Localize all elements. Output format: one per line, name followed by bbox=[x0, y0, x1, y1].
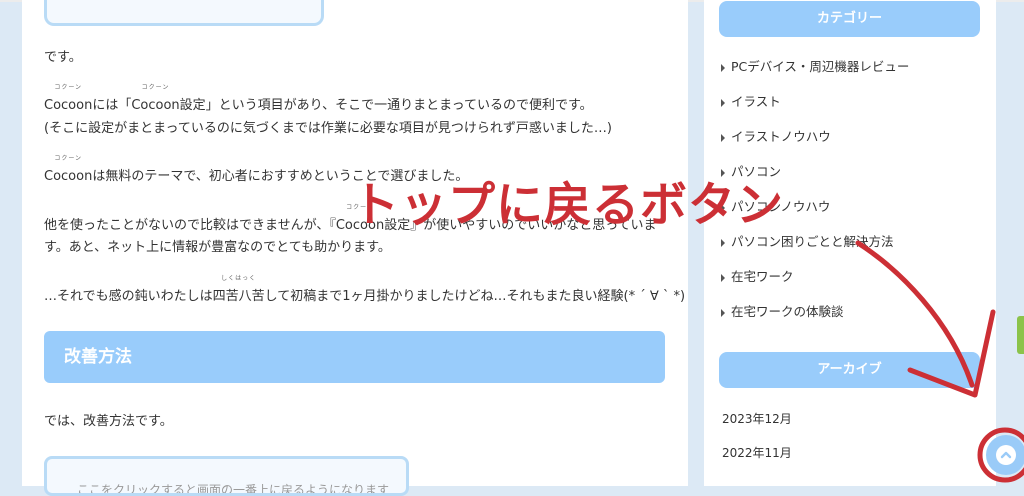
annotation-label: トップに戻るボタン bbox=[352, 178, 784, 233]
ruby-base: 四苦八苦 bbox=[212, 289, 265, 304]
archive-title: アーカイブ bbox=[719, 352, 980, 388]
ruby-cocoon: コクーン Cocoon bbox=[131, 84, 180, 117]
paragraph-5-a: 他を使ったことがないので比較はできませんが、『 bbox=[44, 218, 336, 233]
sidebar-item-category[interactable]: 在宅ワーク bbox=[721, 267, 794, 287]
caret-right-icon bbox=[721, 98, 725, 107]
ruby-reading: コクーン bbox=[54, 84, 83, 91]
category-label: 在宅ワークの体験談 bbox=[731, 304, 844, 319]
article-main: です。 コクーン Cocoonには「 コクーン Cocoon設定」という項目があり、そ… bbox=[22, 0, 688, 496]
paragraph-7-b: して初稿まで1ヶ月掛かりましたけどね…それもまた良い経験(* ´ ∀ ` *) bbox=[264, 289, 686, 304]
ruby-cocoon: コクーン Cocoon bbox=[44, 84, 93, 117]
sidebar-item-category[interactable]: イラスト bbox=[721, 92, 781, 112]
category-label: PCデバイス・周辺機器レビュー bbox=[731, 59, 910, 74]
paragraph-6: す。あと、ネット上に情報が豊富なのでとても助かります。 bbox=[44, 240, 391, 255]
caret-right-icon bbox=[721, 63, 725, 72]
ruby-reading: コクーン bbox=[54, 155, 83, 162]
paragraph-2-mid: には「 bbox=[92, 98, 132, 113]
blockquote-text: ここをクリックすると画面の一番上に戻るようになります bbox=[77, 483, 390, 496]
paragraph-1: です。 bbox=[44, 50, 82, 65]
ruby-reading: コクーン bbox=[141, 84, 170, 91]
ruby-base: Cocoon bbox=[44, 98, 93, 113]
ruby-reading: しくはっく bbox=[221, 275, 257, 282]
sidebar-item-category[interactable]: 在宅ワークの体験談 bbox=[721, 302, 844, 322]
ruby-base: Cocoon bbox=[44, 169, 93, 184]
archive-link[interactable]: 2023年12月 bbox=[722, 410, 792, 427]
blockquote-box-top bbox=[44, 0, 324, 26]
ruby-base: Cocoon bbox=[131, 98, 180, 113]
caret-right-icon bbox=[721, 308, 725, 317]
paragraph-2: コクーン Cocoonには「 コクーン Cocoon設定」という項目があり、そこで一通… bbox=[44, 84, 593, 117]
ruby-cocoon: コクーン Cocoon bbox=[44, 155, 93, 188]
blockquote-box-bottom: ここをクリックすると画面の一番上に戻るようになります bbox=[44, 456, 409, 496]
paragraph-7: …それでも感の鈍いわたしは しくはっく 四苦八苦して初稿まで1ヶ月掛かりましたけどね… bbox=[44, 275, 686, 308]
category-label: 在宅ワーク bbox=[731, 269, 794, 284]
caret-right-icon bbox=[721, 273, 725, 282]
sidebar-item-category[interactable]: イラストノウハウ bbox=[721, 127, 831, 147]
scroll-to-top-button[interactable] bbox=[986, 435, 1024, 475]
section-heading: 改善方法 bbox=[44, 331, 665, 383]
category-label: イラスト bbox=[731, 94, 781, 109]
sidebar-item-category[interactable]: PCデバイス・周辺機器レビュー bbox=[721, 57, 909, 77]
archive-link[interactable]: 2022年11月 bbox=[722, 444, 792, 461]
paragraph-8: では、改善方法です。 bbox=[44, 414, 173, 429]
caret-right-icon bbox=[721, 133, 725, 142]
scroll-top-icon-bg bbox=[996, 445, 1016, 465]
paragraph-7-a: …それでも感の鈍いわたしは bbox=[44, 289, 213, 304]
categories-title: カテゴリー bbox=[719, 1, 980, 37]
category-label: イラストノウハウ bbox=[731, 129, 831, 144]
chevron-up-icon bbox=[1000, 451, 1012, 459]
sidebar: カテゴリー PCデバイス・周辺機器レビュー イラスト イラストノウハウ パソコン… bbox=[704, 0, 996, 486]
paragraph-3: (そこに設定がまとまっているのに気づくまでは作業に必要な項目が見つけられず戸惑い… bbox=[44, 121, 612, 136]
paragraph-2-rest: 設定」という項目があり、そこで一通りまとまっているので便利です。 bbox=[179, 98, 593, 113]
ruby-shikuhakku: しくはっく 四苦八苦 bbox=[212, 275, 265, 308]
caret-right-icon bbox=[721, 238, 725, 247]
category-label: パソコン困りごとと解決方法 bbox=[731, 234, 894, 249]
side-tab[interactable] bbox=[1017, 316, 1024, 354]
